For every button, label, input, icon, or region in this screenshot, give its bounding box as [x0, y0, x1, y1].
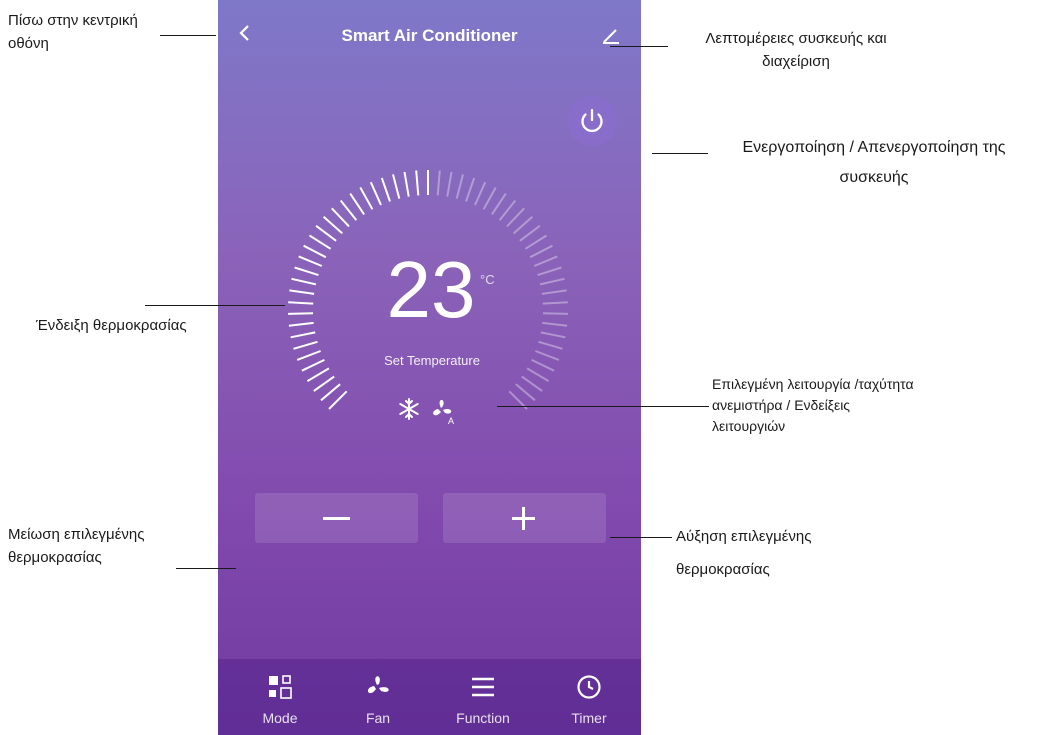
power-button[interactable] — [567, 96, 617, 146]
fan-auto-icon: A — [428, 396, 458, 431]
temperature-value: 23 — [386, 245, 476, 334]
dial-tick — [349, 193, 365, 215]
top-bar: Smart Air Conditioner — [218, 0, 641, 70]
plus-icon-vertical — [522, 507, 525, 530]
annotation-temperature-display: Ένδειξη θερμοκρασίας — [36, 317, 187, 334]
tab-function[interactable]: Function — [443, 659, 523, 735]
tab-function-label: Function — [456, 710, 510, 726]
tab-timer[interactable]: Timer — [549, 659, 629, 735]
dial-tick — [541, 289, 567, 295]
dial-tick — [542, 312, 568, 315]
dial-tick — [306, 367, 330, 382]
annotation-line-power — [652, 153, 708, 154]
increase-temperature-button[interactable] — [443, 493, 606, 543]
annotation-increase: Αύξηση επιλεγμένης θερμοκρασίας — [676, 528, 812, 578]
dial-tick — [491, 193, 507, 215]
dial-tick — [303, 244, 327, 259]
bottom-tab-bar: Mode Fan Function Timer — [218, 659, 641, 735]
dial-tick — [513, 215, 534, 235]
clock-icon — [577, 675, 601, 699]
annotation-line-temperature — [145, 305, 285, 306]
pencil-icon — [603, 29, 619, 44]
phone-screen: Smart Air Conditioner 23 °C Set Temperat… — [218, 0, 641, 735]
dial-tick — [289, 289, 315, 295]
power-icon — [581, 108, 603, 133]
dial-tick — [415, 170, 420, 196]
dial-tick — [446, 171, 453, 197]
tab-mode[interactable]: Mode — [240, 659, 320, 735]
dial-tick — [455, 174, 464, 199]
tab-timer-label: Timer — [571, 710, 607, 726]
menu-icon — [472, 677, 494, 697]
annotation-mode-indicators: Επιλεγμένη λειτουργία /ταχύτητα ανεμιστή… — [712, 376, 914, 434]
dial-tick — [539, 277, 565, 286]
edit-button[interactable] — [599, 22, 625, 48]
dial-tick — [328, 390, 348, 410]
dial-tick — [519, 225, 541, 242]
dial-tick — [339, 199, 358, 221]
dial-tick — [322, 215, 343, 235]
dial-tick — [298, 255, 323, 267]
dial-tick — [542, 301, 568, 305]
annotation-power: Ενεργοποίηση / Απενεργοποίηση της συσκευ… — [742, 139, 1006, 187]
dial-tick — [540, 331, 566, 339]
dial-tick — [533, 255, 558, 267]
decrease-temperature-button[interactable] — [255, 493, 418, 543]
dial-tick — [308, 234, 332, 250]
dial-tick — [403, 171, 410, 197]
svg-text:A: A — [448, 416, 454, 426]
annotation-line-device-details — [610, 46, 668, 47]
dial-tick — [465, 177, 476, 202]
annotation-device-details: Λεπτομέρειες συσκευής και διαχείριση — [705, 30, 887, 70]
dial-tick — [474, 181, 487, 206]
dial-tick — [392, 174, 401, 199]
tab-fan-label: Fan — [365, 710, 391, 726]
annotation-line-back — [160, 35, 216, 36]
dial-tick — [288, 321, 314, 327]
dial-tick — [288, 301, 314, 305]
dial-tick — [313, 375, 335, 392]
dial-tick — [538, 340, 563, 350]
dial-tick — [515, 383, 536, 402]
dial-tick — [537, 266, 562, 277]
annotation-line-increase — [610, 537, 672, 538]
dial-tick — [288, 312, 314, 315]
app-title: Smart Air Conditioner — [341, 26, 518, 45]
dial-tick — [529, 244, 553, 259]
dial-tick — [294, 266, 319, 277]
dial-tick — [542, 321, 568, 327]
dial-tick — [359, 187, 374, 210]
dial-tick — [320, 383, 341, 402]
snowflake-icon — [396, 396, 422, 427]
annotation-back: Πίσω στην κεντρική οθόνη — [8, 12, 138, 52]
dial-tick — [290, 331, 316, 339]
dial-tick — [293, 340, 318, 350]
dial-tick — [506, 207, 525, 228]
temperature-unit: °C — [480, 272, 495, 287]
dial-tick — [369, 181, 382, 206]
fan-icon — [367, 676, 389, 694]
dial-tick — [524, 234, 548, 250]
dial-tick — [498, 199, 517, 221]
mode-icon — [269, 675, 292, 699]
annotation-line-decrease — [176, 568, 236, 569]
dial-tick — [331, 207, 350, 228]
minus-icon — [323, 517, 350, 520]
tab-fan[interactable]: Fan — [338, 659, 418, 735]
annotation-line-mode — [497, 406, 709, 407]
dial-tick — [526, 367, 550, 382]
tab-mode-label: Mode — [262, 710, 298, 726]
dial-tick — [521, 375, 543, 392]
dial-tick — [436, 170, 441, 196]
temperature-label: Set Temperature — [384, 353, 480, 368]
dial-tick — [291, 277, 317, 286]
dial-tick — [482, 187, 497, 210]
annotation-decrease: Μείωση επιλεγμένης θερμοκρασίας — [8, 526, 145, 566]
dial-tick — [315, 225, 337, 242]
dial-tick — [380, 177, 391, 202]
